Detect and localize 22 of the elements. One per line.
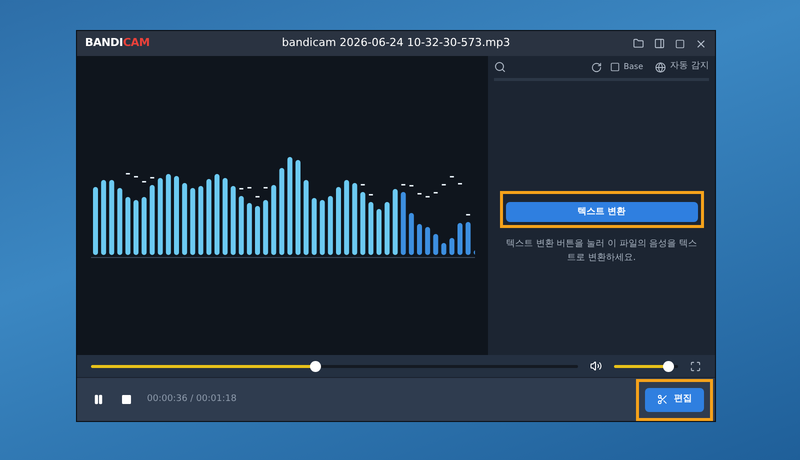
window-title: bandicam 2026-06-24 10-32-30-573.mp3 (282, 36, 510, 50)
seek-bar-thumb[interactable] (310, 360, 321, 372)
fullscreen-icon[interactable] (690, 360, 701, 372)
model-icon (610, 62, 620, 72)
close-icon[interactable] (695, 38, 707, 50)
model-label[interactable]: Base (624, 61, 644, 73)
time-display: 00:00:36 / 00:01:18 (147, 392, 237, 406)
scissors-icon (657, 394, 668, 405)
volume-slider-thumb[interactable] (662, 360, 674, 372)
convert-to-text-button[interactable]: 텍스트 변환 (506, 202, 698, 222)
maximize-icon[interactable] (675, 38, 685, 48)
search-icon[interactable] (494, 61, 506, 73)
volume-icon[interactable] (590, 360, 602, 372)
refresh-icon[interactable] (590, 62, 602, 72)
globe-icon (655, 62, 666, 72)
folder-icon[interactable] (633, 38, 644, 49)
side-panel-icon[interactable] (654, 38, 665, 49)
app-logo: BANDICAM (85, 35, 150, 52)
language-label[interactable]: 자동 감지 (670, 60, 709, 74)
hint-text: 텍스트 변환 버튼을 눌러 이 파일의 음성을 텍스트로 변환하세요. (504, 238, 698, 266)
edit-button[interactable]: 편집 (645, 388, 704, 412)
pause-icon[interactable] (93, 394, 104, 405)
